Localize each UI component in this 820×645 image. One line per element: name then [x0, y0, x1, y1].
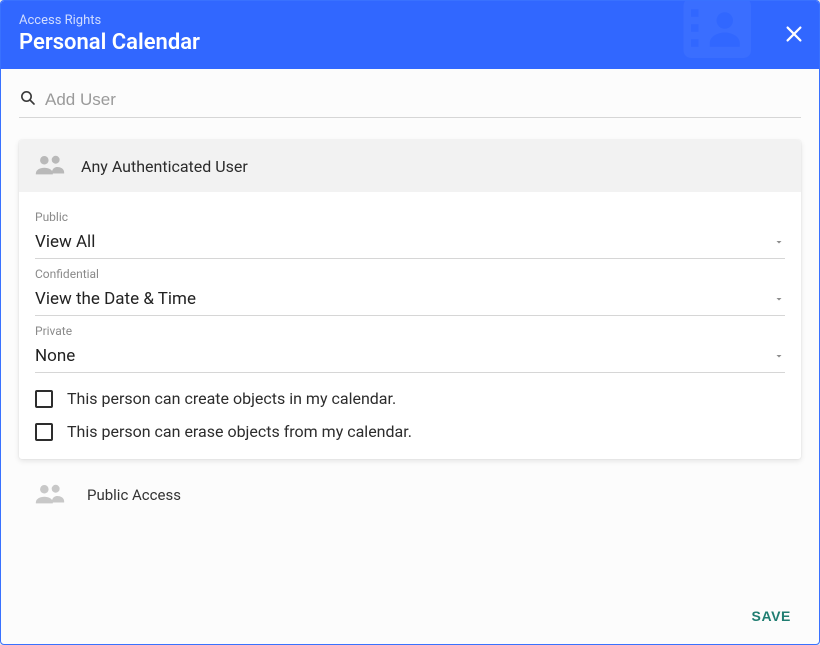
search-icon: [19, 89, 37, 111]
private-select-value: None: [35, 346, 75, 366]
chevron-down-icon: [773, 290, 785, 309]
confidential-field-label: Confidential: [35, 267, 785, 281]
can-erase-label: This person can erase objects from my ca…: [67, 422, 412, 441]
address-book-icon: [661, 0, 781, 77]
dialog-content: Any Authenticated User Public View All C…: [1, 69, 819, 588]
public-field-label: Public: [35, 210, 785, 224]
add-user-input[interactable]: [45, 90, 801, 110]
confidential-select[interactable]: View the Date & Time: [35, 285, 785, 316]
add-user-search: [19, 89, 801, 118]
confidential-select-value: View the Date & Time: [35, 289, 196, 309]
chevron-down-icon: [773, 347, 785, 366]
authenticated-user-body: Public View All Confidential View the Da…: [19, 192, 801, 459]
public-select[interactable]: View All: [35, 228, 785, 259]
public-field: Public View All: [35, 210, 785, 259]
private-field-label: Private: [35, 324, 785, 338]
can-erase-row: This person can erase objects from my ca…: [35, 422, 785, 441]
close-button[interactable]: [783, 23, 805, 49]
authenticated-user-label: Any Authenticated User: [81, 157, 248, 176]
dialog-header: Access Rights Personal Calendar: [1, 1, 819, 69]
dialog-footer: SAVE: [1, 588, 819, 644]
can-erase-checkbox[interactable]: [35, 423, 53, 441]
public-select-value: View All: [35, 232, 95, 252]
can-create-checkbox[interactable]: [35, 390, 53, 408]
private-select[interactable]: None: [35, 342, 785, 373]
private-field: Private None: [35, 324, 785, 373]
people-icon: [33, 481, 67, 509]
confidential-field: Confidential View the Date & Time: [35, 267, 785, 316]
authenticated-user-header[interactable]: Any Authenticated User: [19, 140, 801, 192]
public-access-row[interactable]: Public Access: [19, 473, 801, 509]
people-icon: [33, 152, 67, 180]
can-create-label: This person can create objects in my cal…: [67, 389, 396, 408]
save-button[interactable]: SAVE: [742, 602, 802, 630]
public-access-label: Public Access: [87, 486, 181, 504]
chevron-down-icon: [773, 233, 785, 252]
can-create-row: This person can create objects in my cal…: [35, 389, 785, 408]
authenticated-user-card: Any Authenticated User Public View All C…: [19, 140, 801, 459]
access-rights-dialog: Access Rights Personal Calendar: [0, 0, 820, 645]
